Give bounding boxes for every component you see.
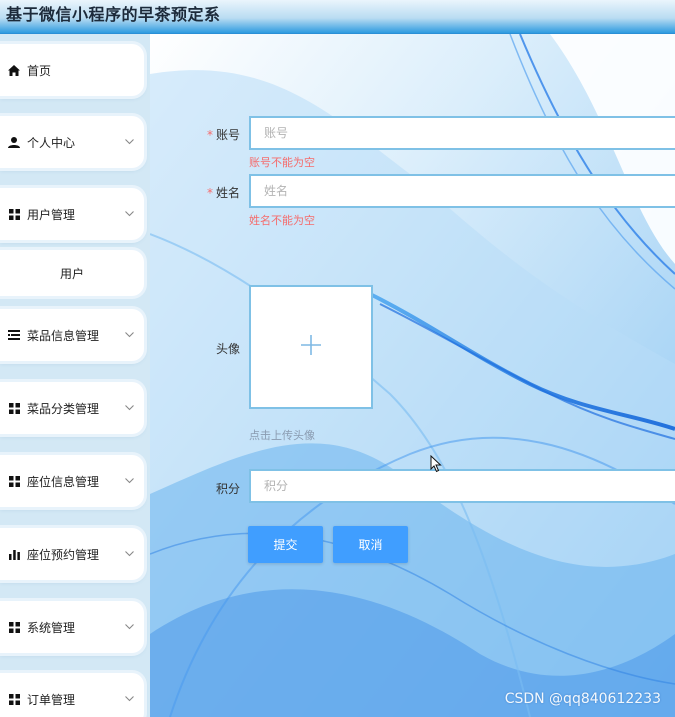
sidebar-item-system[interactable]: 系统管理	[0, 601, 144, 653]
home-icon	[7, 64, 21, 76]
grid-icon	[7, 693, 21, 705]
account-input[interactable]	[249, 116, 675, 150]
sidebar-item-user-management[interactable]: 用户管理	[0, 188, 144, 240]
sidebar-item-label: 订单管理	[27, 692, 76, 707]
account-label: * 账号	[206, 128, 240, 142]
sidebar-item-dish-info[interactable]: 菜品信息管理	[0, 309, 144, 361]
submit-button[interactable]: 提交	[248, 526, 323, 563]
list-icon	[7, 330, 21, 340]
name-input[interactable]	[249, 174, 675, 208]
name-error: 姓名不能为空	[249, 214, 315, 227]
name-label: * 姓名	[206, 186, 240, 200]
chevron-down-icon	[125, 691, 134, 705]
sidebar-subitem-label: 用户	[59, 266, 84, 281]
sidebar-item-seat-reservation[interactable]: 座位预约管理	[0, 528, 144, 580]
sidebar-item-label: 座位信息管理	[27, 474, 100, 489]
sidebar-item-home[interactable]: 首页	[0, 44, 144, 96]
avatar-uploader[interactable]	[249, 285, 373, 409]
required-marker: *	[206, 186, 213, 200]
sidebar-item-dish-category[interactable]: 菜品分类管理	[0, 382, 144, 434]
chevron-down-icon	[125, 473, 134, 487]
grid-icon	[7, 208, 21, 220]
account-error: 账号不能为空	[249, 156, 315, 169]
chevron-down-icon	[125, 134, 134, 148]
grid-icon	[7, 402, 21, 414]
plus-icon	[300, 334, 322, 360]
sidebar-item-seat-info[interactable]: 座位信息管理	[0, 455, 144, 507]
main-content: *账号 账号不能为空 *姓名 姓名不能为空 头像 点击上传头像 积分 提交 取消…	[150, 34, 675, 717]
points-label: 积分	[215, 482, 240, 496]
points-input[interactable]	[249, 469, 675, 503]
chevron-down-icon	[125, 400, 134, 414]
sidebar-item-label: 菜品分类管理	[27, 401, 100, 416]
sidebar-item-label: 座位预约管理	[27, 547, 100, 562]
sidebar: 首页 个人中心 用户管理 用户 菜品信息管理 菜品分类管理 座位信息管理 座位预…	[0, 34, 150, 717]
cancel-button[interactable]: 取消	[333, 526, 408, 563]
user-icon	[7, 136, 21, 148]
sidebar-item-label: 用户管理	[27, 207, 76, 222]
app-title: 基于微信小程序的早茶预定系	[6, 5, 221, 24]
sidebar-item-label: 首页	[27, 63, 52, 78]
sidebar-item-personal-center[interactable]: 个人中心	[0, 116, 144, 168]
required-marker: *	[206, 128, 213, 142]
mouse-cursor-icon	[430, 454, 442, 477]
watermark: CSDN @qq840612233	[504, 691, 661, 707]
sidebar-item-label: 菜品信息管理	[27, 328, 100, 343]
bar-chart-icon	[7, 549, 21, 560]
sidebar-item-label: 系统管理	[27, 620, 76, 635]
avatar-upload-hint: 点击上传头像	[249, 429, 315, 442]
grid-icon	[7, 621, 21, 633]
app-header: 基于微信小程序的早茶预定系	[0, 0, 675, 34]
grid-icon	[7, 475, 21, 487]
sidebar-item-label: 个人中心	[27, 135, 76, 150]
sidebar-item-orders[interactable]: 订单管理	[0, 673, 144, 717]
chevron-down-icon	[125, 546, 134, 560]
chevron-down-icon	[125, 327, 134, 341]
chevron-down-icon	[125, 619, 134, 633]
chevron-down-icon	[125, 206, 134, 220]
avatar-label: 头像	[215, 342, 240, 356]
sidebar-subitem-users[interactable]: 用户	[0, 250, 144, 296]
